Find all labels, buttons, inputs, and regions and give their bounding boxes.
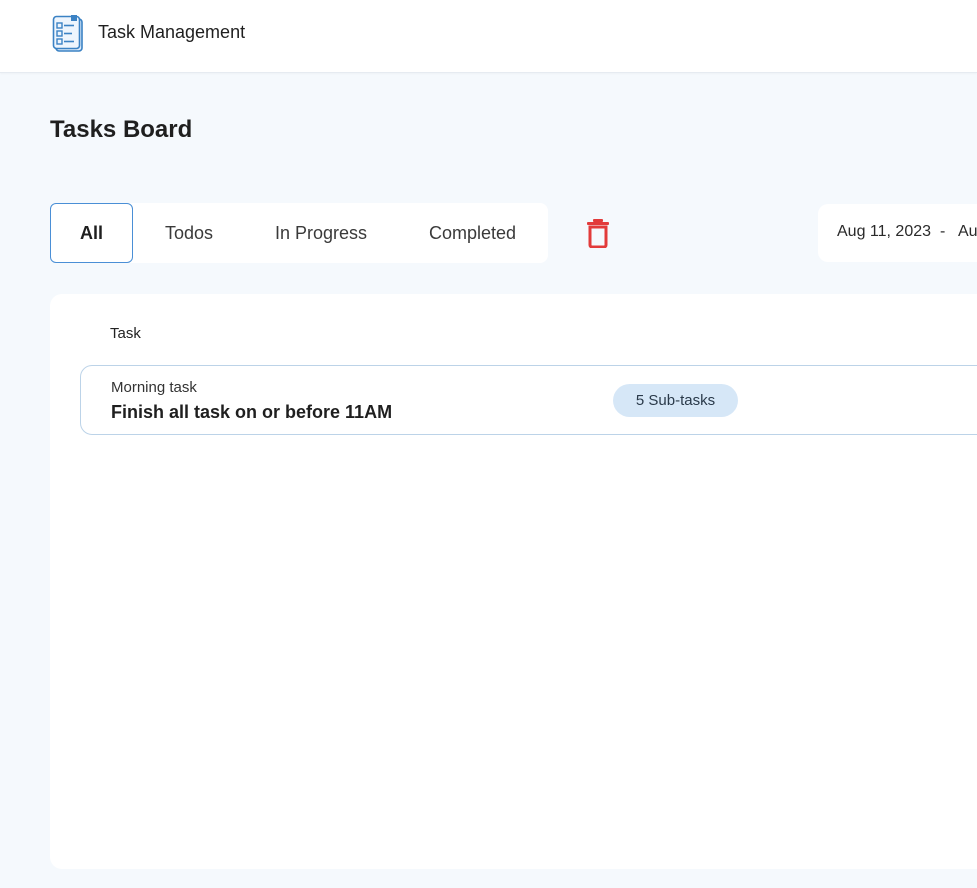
app-title: Task Management (98, 22, 246, 42)
tasks-panel: Task Morning task Finish all task on or … (50, 294, 977, 869)
top-bar: Task Management (0, 0, 977, 73)
date-start: Aug 11, 2023 (837, 223, 932, 240)
task-row[interactable]: Morning task Finish all task on or befor… (80, 365, 977, 435)
tab-completed[interactable]: Completed (397, 203, 548, 263)
clipboard-checklist-icon (52, 15, 83, 52)
date-separator: - (940, 223, 946, 240)
page-title: Tasks Board (50, 116, 193, 143)
tab-todos[interactable]: Todos (133, 203, 245, 263)
date-end: Au (958, 223, 977, 240)
task-category: Morning task (111, 379, 197, 396)
task-title: Finish all task on or before 11AM (111, 402, 393, 422)
tab-all[interactable]: All (50, 203, 133, 263)
tab-in-progress[interactable]: In Progress (245, 203, 397, 263)
trash-icon[interactable] (584, 218, 612, 248)
column-header-task: Task (110, 325, 141, 342)
subtask-count-badge[interactable]: 5 Sub-tasks (613, 384, 738, 417)
filter-tabs: All Todos In Progress Completed (50, 203, 548, 263)
date-range-picker[interactable]: Aug 11, 2023 - Au (818, 204, 977, 262)
